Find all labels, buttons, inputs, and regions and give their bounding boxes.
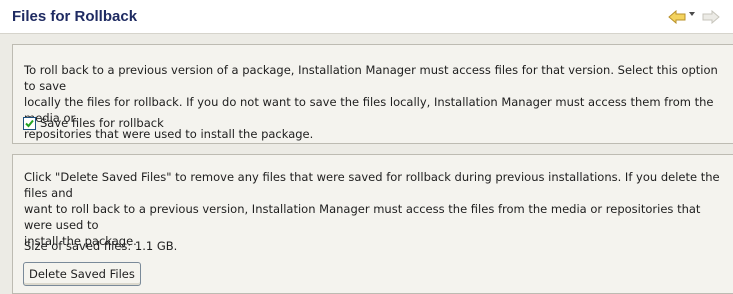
rollback-section: To roll back to a previous version of a … bbox=[12, 44, 733, 144]
page-title: Files for Rollback bbox=[12, 8, 138, 25]
page-header: Files for Rollback bbox=[0, 0, 733, 34]
save-files-checkbox[interactable] bbox=[23, 116, 36, 130]
delete-saved-files-button[interactable]: Delete Saved Files bbox=[23, 262, 141, 286]
chevron-down-icon[interactable] bbox=[689, 12, 695, 16]
delete-section: Click "Delete Saved Files" to remove any… bbox=[12, 154, 733, 294]
back-arrow-icon[interactable] bbox=[668, 10, 686, 24]
save-files-checkbox-label[interactable]: Save files for rollback bbox=[40, 116, 164, 130]
rollback-description: To roll back to a previous version of a … bbox=[24, 63, 718, 141]
checkmark-icon bbox=[25, 119, 34, 127]
forward-arrow-icon bbox=[702, 10, 720, 24]
save-files-checkbox-row[interactable]: Save files for rollback bbox=[23, 116, 164, 130]
saved-files-size: Size of saved files: 1.1 GB. bbox=[24, 239, 178, 253]
delete-description: Click "Delete Saved Files" to remove any… bbox=[24, 170, 720, 248]
